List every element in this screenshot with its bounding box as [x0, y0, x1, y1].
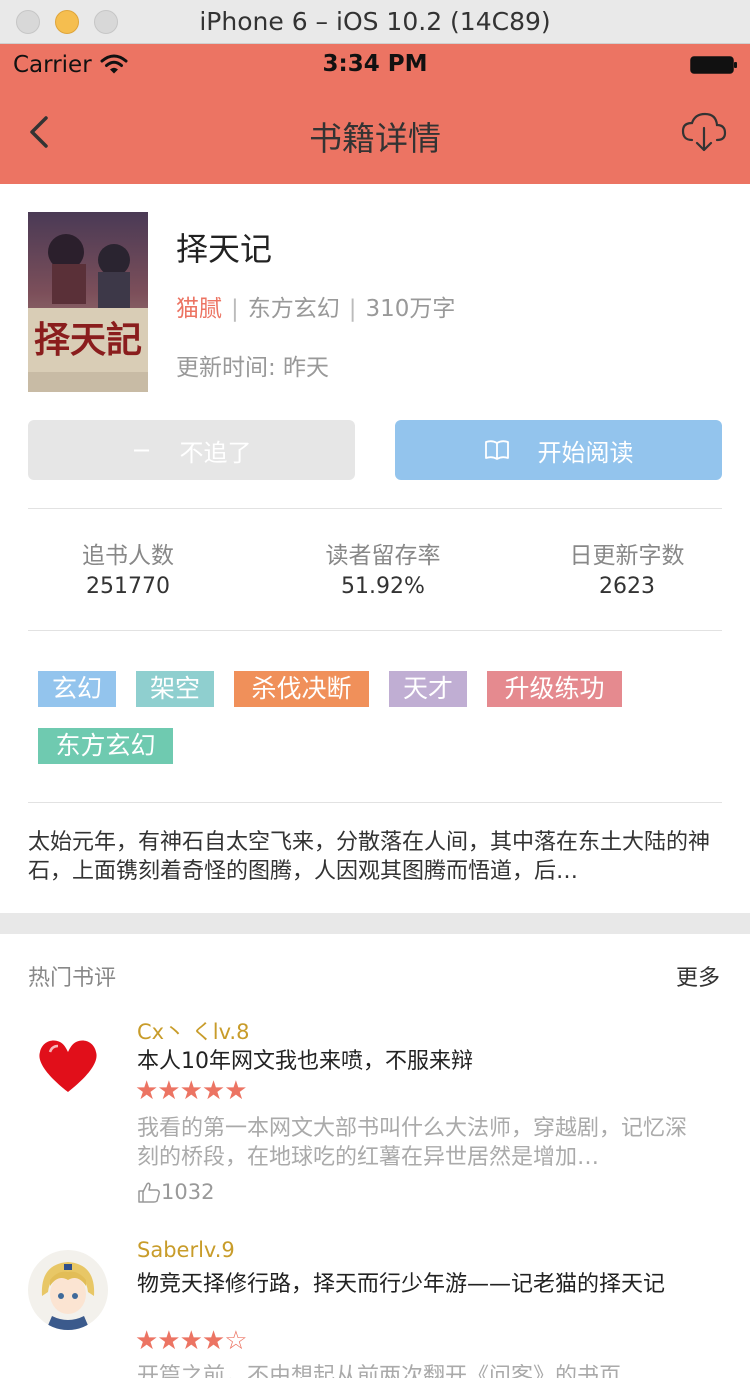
start-reading-label: 开始阅读	[537, 438, 634, 467]
status-time: 3:34 PM	[322, 51, 428, 77]
stat-retention: 读者留存率 51.92%	[258, 536, 508, 599]
stat-daily-words: 日更新字数 2623	[502, 536, 750, 599]
book-author-link[interactable]: 猫腻	[176, 296, 222, 322]
stat-value: 2623	[599, 574, 655, 599]
review-rating-stars: ★★★★☆	[135, 1326, 248, 1356]
divider	[28, 630, 722, 631]
unfollow-button[interactable]: − 不追了	[28, 420, 355, 480]
battery-icon	[690, 56, 737, 74]
status-bar: Carrier 3:34 PM	[0, 44, 750, 84]
app-header: Carrier 3:34 PM 书籍详情	[0, 44, 750, 184]
section-separator	[0, 913, 750, 934]
avatar	[28, 1250, 108, 1330]
simulator-title-bar: iPhone 6 – iOS 10.2 (14C89)	[0, 0, 750, 44]
tag-1[interactable]: 架空	[136, 671, 214, 707]
book-update-time: 更新时间: 昨天	[176, 355, 330, 381]
anime-girl-avatar-icon	[28, 1250, 108, 1330]
heart-avatar-icon	[39, 1040, 97, 1092]
window-title: iPhone 6 – iOS 10.2 (14C89)	[199, 7, 551, 36]
stat-value: 251770	[86, 574, 170, 599]
review-likes[interactable]: 1032	[137, 1180, 214, 1204]
book-icon	[484, 440, 509, 460]
review-username[interactable]: Saberlv.9	[137, 1238, 235, 1262]
tag-4[interactable]: 升级练功	[487, 671, 622, 707]
book-word-count: 310万字	[365, 296, 456, 322]
stat-value: 51.92%	[341, 574, 425, 599]
divider	[28, 508, 722, 509]
stat-label: 日更新字数	[569, 543, 685, 569]
tag-0[interactable]: 玄幻	[38, 671, 116, 707]
page-title: 书籍详情	[309, 119, 441, 158]
start-reading-button[interactable]: 开始阅读	[395, 420, 722, 480]
stat-followers: 追书人数 251770	[3, 536, 253, 599]
hot-reviews-title: 热门书评	[28, 966, 117, 991]
unfollow-label: 不追了	[179, 438, 252, 467]
review-body: 开篇之前，不由想起从前两次翻开《问客》的书页	[137, 1364, 622, 1378]
tag-3[interactable]: 天才	[389, 671, 467, 707]
download-cloud-icon[interactable]	[680, 110, 728, 154]
minus-icon: −	[131, 436, 152, 464]
thumbs-up-icon	[138, 1182, 160, 1203]
cover-title-art: 择天記	[34, 319, 142, 361]
book-intro[interactable]: 太始元年，有神石自太空飞来，分散落在人间，其中落在东土大陆的神石，上面镌刻着奇怪…	[28, 828, 722, 886]
stat-label: 追书人数	[82, 543, 174, 569]
divider	[28, 802, 722, 803]
tag-2[interactable]: 杀伐决断	[234, 671, 369, 707]
more-reviews-link[interactable]: 更多	[676, 960, 720, 992]
book-cover-art: 择天記	[28, 212, 148, 392]
avatar	[28, 1022, 108, 1102]
review-body: 我看的第一本网文大部书叫什么大法师，穿越剧，记忆深刻的桥段，在地球吃的红薯在异世…	[137, 1116, 688, 1170]
stat-label: 读者留存率	[325, 543, 441, 569]
likes-count: 1032	[161, 1180, 215, 1204]
review-title: 物竞天择修行路，择天而行少年游——记老猫的择天记	[137, 1272, 666, 1297]
review-rating-stars: ★★★★★	[135, 1076, 248, 1106]
review-title: 本人10年网文我也来喷，不服来辩	[137, 1049, 473, 1074]
book-title: 择天记	[176, 230, 273, 268]
book-meta: 猫腻 | 东方玄幻 | 310万字	[176, 296, 456, 322]
book-category: 东方玄幻	[247, 296, 340, 322]
tag-5[interactable]: 东方玄幻	[38, 728, 173, 764]
review-username[interactable]: Cx丶 くlv.8	[137, 1016, 249, 1046]
book-cover: 择天記	[28, 212, 148, 392]
